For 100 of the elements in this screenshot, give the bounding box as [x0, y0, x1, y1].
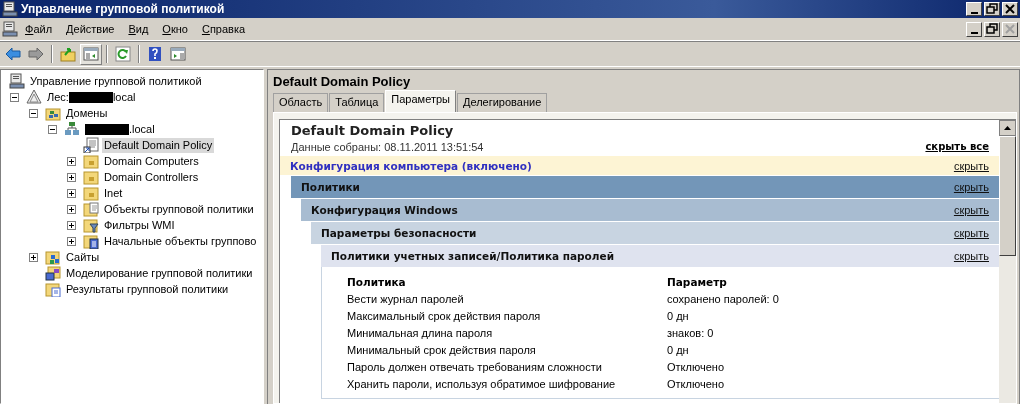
folder-icon: [83, 153, 99, 169]
console-icon: [9, 73, 25, 89]
expand-icon[interactable]: [67, 220, 76, 230]
close-button[interactable]: [1002, 21, 1018, 37]
menu-item[interactable]: Окно: [155, 21, 195, 37]
hide-link[interactable]: скрыть: [953, 159, 989, 172]
table-cell-text: Хранить пароли, используя обратимое шифрование: [347, 377, 617, 392]
tree-item[interactable]: Домены: [64, 105, 110, 121]
tree-item[interactable]: Лес: local: [45, 89, 138, 105]
expand-icon[interactable]: [67, 172, 76, 182]
table-cell-text: Минимальная длина пароля: [347, 326, 494, 341]
hide-all-link[interactable]: скрыть все: [925, 141, 989, 153]
close-icon: [1003, 2, 1017, 16]
table-cell-text: 0 дн: [667, 309, 690, 324]
close-button[interactable]: [1002, 2, 1018, 16]
folder-arrow-icon: [60, 46, 76, 62]
minimize-icon: [970, 11, 978, 14]
folder-document-icon: [83, 233, 99, 249]
folder-document-icon: [83, 201, 99, 217]
close-icon: [1003, 22, 1017, 36]
tab[interactable]: Таблица: [329, 93, 385, 112]
hide-link[interactable]: скрыть: [953, 250, 989, 262]
minimize-button[interactable]: [966, 21, 982, 37]
tree-item[interactable]: Domain Controllers: [102, 169, 201, 185]
table-cell-text: Пароль должен отвечать требованиям сложности: [347, 360, 603, 375]
tab[interactable]: Параметры: [385, 90, 456, 112]
window-title: Управление групповой политикой: [21, 2, 226, 16]
section-title: Конфигурация Windows: [311, 204, 458, 216]
restore-button[interactable]: [984, 21, 1000, 37]
column-header: Параметр: [667, 275, 728, 290]
menu-item[interactable]: Справка: [194, 21, 253, 37]
tree-item[interactable]: Моделирование групповой политики: [64, 265, 255, 281]
tree-item[interactable]: Inet: [102, 185, 125, 201]
tab[interactable]: Делегирование: [456, 93, 548, 112]
table-cell-text: знаков: 0: [667, 326, 715, 341]
column-header: Политика: [347, 275, 407, 290]
hide-link[interactable]: скрыть: [953, 181, 989, 193]
collapse-icon[interactable]: [29, 108, 38, 118]
collected-date: Данные собраны: 08.11.2011 13:51:54: [291, 141, 484, 153]
hide-link[interactable]: скрыть: [953, 204, 989, 216]
minimize-icon: [970, 31, 978, 34]
panel-icon: [170, 46, 186, 62]
expand-icon[interactable]: [29, 252, 38, 262]
table-cell-text: Максимальный срок действия пароля: [347, 309, 542, 324]
expand-icon[interactable]: [67, 236, 76, 246]
restore-icon: [985, 2, 999, 16]
refresh-button[interactable]: [112, 43, 134, 65]
scroll-up-icon[interactable]: [999, 120, 1016, 136]
tree-item[interactable]: .local: [83, 121, 157, 137]
tree-item[interactable]: Результаты групповой политики: [64, 281, 231, 297]
folder-icon: [45, 265, 61, 281]
scroll-thumb[interactable]: [999, 136, 1016, 256]
triangle-icon: [26, 89, 42, 105]
help-icon: [147, 46, 163, 62]
table-cell-text: Минимальный срок действия пароля: [347, 343, 537, 358]
menu-item[interactable]: Файл: [18, 21, 60, 37]
tree-item[interactable]: Фильтры WMI: [102, 217, 177, 233]
section-title: Политики учетных записей/Политика паролей: [331, 250, 614, 262]
restore-icon: [985, 22, 999, 36]
table-cell-text: 0 дн: [667, 343, 690, 358]
section-title: Параметры безопасности: [321, 227, 477, 239]
folder-icon: [45, 249, 61, 265]
tree-item[interactable]: Управление групповой политикой: [28, 73, 204, 89]
tree-item[interactable]: Начальные объекты группово: [102, 233, 259, 249]
forward-arrow-icon: [28, 46, 44, 62]
table-cell-text: Отключено: [667, 377, 725, 392]
folder-icon: [83, 185, 99, 201]
tree-item[interactable]: Сайты: [64, 249, 102, 265]
console-tree-button[interactable]: [80, 43, 102, 65]
minimize-button[interactable]: [966, 2, 982, 16]
scrollbar[interactable]: [999, 119, 1016, 403]
back-arrow-icon: [5, 46, 21, 62]
hide-link[interactable]: скрыть: [953, 227, 989, 239]
restore-button[interactable]: [984, 2, 1000, 16]
folder-icon: [83, 169, 99, 185]
collapse-icon[interactable]: [48, 124, 57, 134]
folder-document-icon: [45, 281, 61, 297]
expand-icon[interactable]: [67, 156, 76, 166]
folder-icon: [45, 105, 61, 121]
section-title: Конфигурация компьютера (включено): [290, 159, 532, 172]
panel-icon: [83, 46, 99, 62]
tree-item[interactable]: Default Domain Policy: [102, 137, 215, 153]
app-icon: [2, 1, 18, 17]
document-icon: [2, 21, 18, 37]
expand-icon[interactable]: [67, 188, 76, 198]
document-icon: [83, 137, 99, 153]
tree-item[interactable]: Domain Computers: [102, 153, 201, 169]
table-cell-text: Вести журнал паролей: [347, 292, 465, 307]
collapse-icon[interactable]: [10, 92, 19, 102]
refresh-icon: [115, 46, 131, 62]
menu-item[interactable]: Вид: [121, 21, 156, 37]
network-icon: [64, 121, 80, 137]
table-cell-text: сохранено паролей: 0: [667, 292, 780, 307]
menu-item[interactable]: Действие: [59, 21, 122, 37]
section-title: Политики: [301, 181, 360, 193]
pane-title: Default Domain Policy: [273, 74, 412, 89]
expand-icon[interactable]: [67, 204, 76, 214]
tab[interactable]: Область: [273, 93, 329, 112]
tree-item[interactable]: Объекты групповой политики: [102, 201, 256, 217]
report-title: Default Domain Policy: [291, 123, 455, 138]
